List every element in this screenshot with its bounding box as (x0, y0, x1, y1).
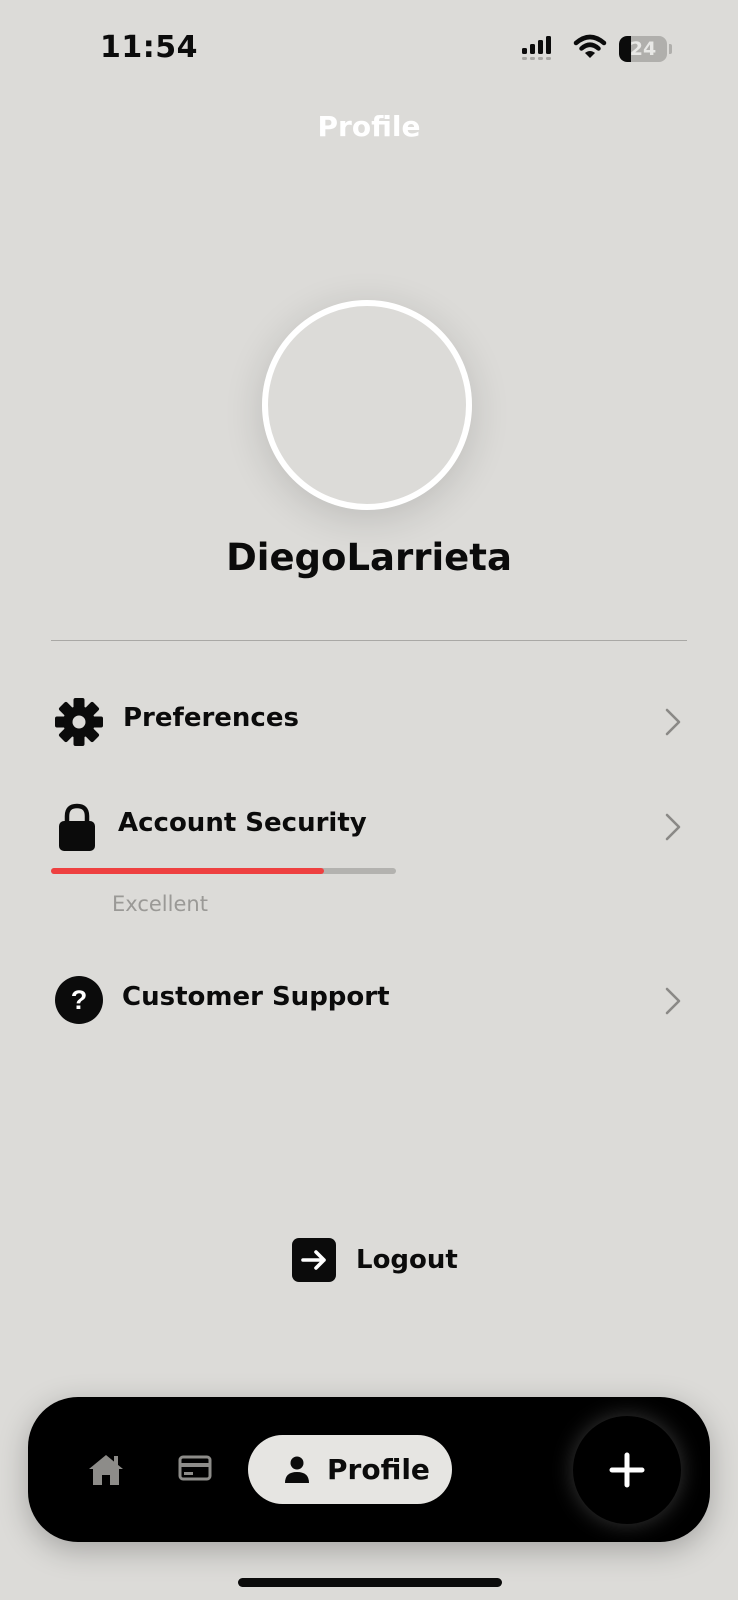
tab-bar: Profile (28, 1397, 710, 1542)
tab-profile[interactable]: Profile (248, 1435, 452, 1504)
menu-item-account-security[interactable]: Account Security (51, 791, 687, 861)
avatar[interactable] (262, 300, 472, 510)
security-strength-label: Excellent (112, 892, 208, 916)
home-icon[interactable] (88, 1453, 124, 1491)
wifi-icon (573, 34, 607, 64)
status-time: 11:54 (100, 30, 198, 65)
chevron-right-icon (665, 813, 681, 845)
signal-icon (522, 36, 552, 64)
lock-icon (59, 803, 95, 855)
chevron-right-icon (665, 708, 681, 740)
customer-support-label: Customer Support (122, 982, 390, 1012)
security-strength-fill (51, 868, 324, 874)
battery-icon: 24 (619, 36, 672, 62)
arrow-right-icon (292, 1238, 336, 1282)
menu-item-customer-support[interactable]: ? Customer Support (51, 965, 687, 1035)
chevron-right-icon (665, 987, 681, 1019)
svg-text:?: ? (71, 985, 88, 1015)
question-circle-icon: ? (55, 976, 103, 1028)
page-title: Profile (317, 110, 421, 143)
tab-profile-label: Profile (327, 1453, 430, 1486)
account-security-label: Account Security (118, 808, 367, 838)
card-icon[interactable] (178, 1455, 212, 1485)
logout-button[interactable]: Logout (292, 1238, 462, 1284)
divider (51, 640, 687, 641)
menu-item-preferences[interactable]: Preferences (51, 686, 687, 756)
battery-level: 24 (629, 38, 657, 60)
preferences-label: Preferences (123, 703, 299, 733)
plus-icon (609, 1452, 645, 1492)
add-button[interactable] (573, 1416, 681, 1524)
security-strength-bar (51, 868, 396, 874)
username: DiegoLarrieta (226, 536, 512, 579)
home-indicator (238, 1578, 502, 1587)
gear-icon (54, 697, 104, 751)
status-bar: 11:54 24 (0, 0, 738, 100)
logout-label: Logout (356, 1245, 458, 1275)
person-icon (284, 1456, 310, 1488)
